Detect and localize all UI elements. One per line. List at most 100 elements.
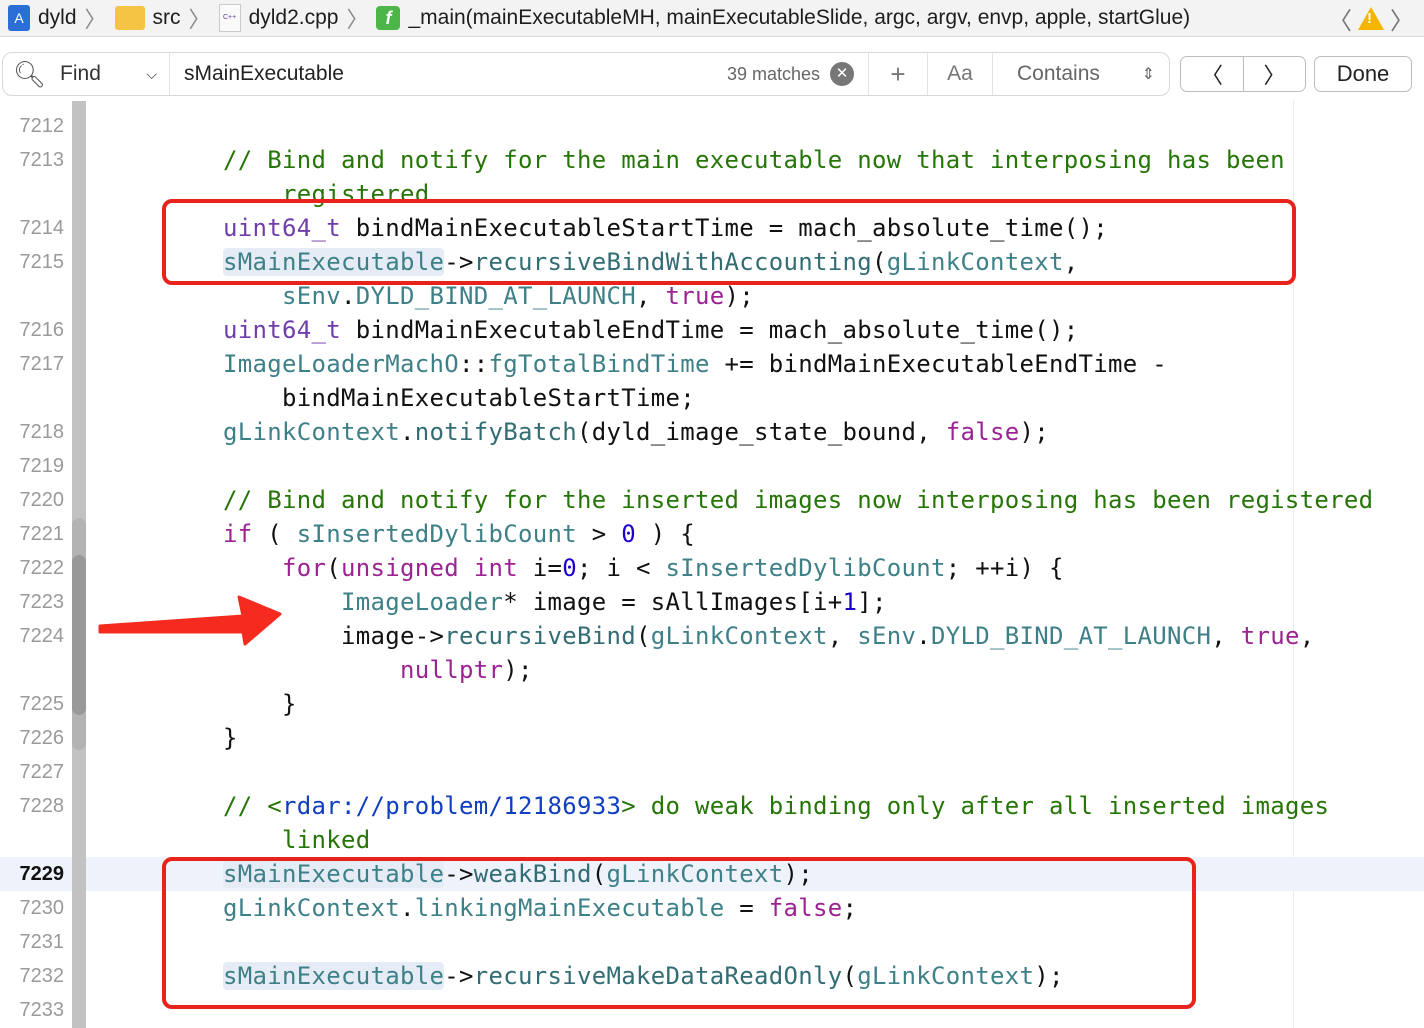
code-token: ImageLoader <box>341 588 504 616</box>
line-number[interactable]: 7216 <box>0 313 65 347</box>
done-button[interactable]: Done <box>1314 56 1412 92</box>
match-type-dropdown[interactable]: Contains ⇕ <box>993 62 1169 86</box>
line-number[interactable]: 7219 <box>0 449 65 483</box>
line-number[interactable]: 7217 <box>0 347 65 381</box>
code-token: ( <box>252 520 297 548</box>
breadcrumb-project[interactable]: Adyld <box>8 5 77 31</box>
code-line[interactable]: 7225 } <box>0 687 1424 721</box>
previous-match-button[interactable]: 〈 <box>1180 56 1244 92</box>
code-line[interactable]: 7219 <box>0 449 1424 483</box>
code-token: bindMainExecutableStartTime; <box>105 384 695 412</box>
folder-icon <box>114 6 145 30</box>
search-icon: 🔍︎ <box>13 58 47 89</box>
breadcrumb-function[interactable]: f _main(mainExecutableMH, mainExecutableS… <box>376 6 1190 30</box>
code-line[interactable]: 7226 } <box>0 721 1424 755</box>
line-number[interactable]: 7227 <box>0 755 65 789</box>
clear-icon[interactable]: ✕ <box>830 62 854 86</box>
find-field[interactable]: 🔍︎ Find ⌵ sMainExecutable 39 matches ✕ +… <box>2 52 1170 96</box>
code-line[interactable]: 7228 // <rdar://problem/12186933> do wea… <box>0 789 1424 823</box>
code-line[interactable]: 7221 if ( sInsertedDylibCount > 0 ) { <box>0 517 1424 551</box>
line-number[interactable]: 7226 <box>0 721 65 755</box>
find-mode-dropdown[interactable]: 🔍︎ Find ⌵ <box>3 53 170 95</box>
next-match-button[interactable]: 〉 <box>1243 56 1306 92</box>
line-number[interactable]: 7220 <box>0 483 65 517</box>
code-token: ; ++i) { <box>945 554 1064 582</box>
code-token: gLinkContext <box>223 418 400 446</box>
line-number[interactable]: 7224 <box>0 619 65 653</box>
code-line[interactable]: 7222 for(unsigned int i=0; i < sInserted… <box>0 551 1424 585</box>
warning-icon[interactable]: ! <box>1358 6 1384 30</box>
code-text: uint64_t bindMainExecutableEndTime = mac… <box>105 313 1078 347</box>
code-token: // < <box>105 792 282 820</box>
line-number[interactable]: 7218 <box>0 415 65 449</box>
code-line[interactable]: 7227 <box>0 755 1424 789</box>
previous-issue-icon[interactable]: 〈 <box>1328 1 1352 36</box>
line-number[interactable]: 7215 <box>0 245 65 279</box>
find-bar: 🔍︎ Find ⌵ sMainExecutable 39 matches ✕ +… <box>0 37 1424 101</box>
line-number[interactable]: 7228 <box>0 789 65 823</box>
up-down-chevron-icon: ⇕ <box>1141 66 1155 83</box>
code-token: recursiveBind <box>444 622 636 650</box>
code-token: ( <box>326 554 341 582</box>
line-number[interactable]: 7229 <box>0 857 65 891</box>
line-number[interactable]: 7233 <box>0 993 65 1027</box>
code-text: // <rdar://problem/12186933> do weak bin… <box>105 789 1329 823</box>
code-line[interactable]: nullptr); <box>0 653 1424 687</box>
line-number[interactable]: 7212 <box>0 109 65 143</box>
code-line[interactable]: 7216 uint64_t bindMainExecutableEndTime … <box>0 313 1424 347</box>
code-token: false <box>945 418 1020 446</box>
code-token: fgTotalBindTime <box>488 350 710 378</box>
breadcrumb-folder[interactable]: src <box>114 6 181 30</box>
line-number[interactable]: 7230 <box>0 891 65 925</box>
code-token: DYLD_BIND_AT_LAUNCH <box>930 622 1212 650</box>
line-number[interactable]: 7223 <box>0 585 65 619</box>
code-text: image->recursiveBind(gLinkContext, sEnv.… <box>105 619 1314 653</box>
add-pattern-button[interactable]: + <box>868 53 928 95</box>
line-number[interactable]: 7214 <box>0 211 65 245</box>
line-number[interactable]: 7231 <box>0 925 65 959</box>
search-input[interactable]: sMainExecutable <box>184 62 344 86</box>
code-line[interactable]: 7220 // Bind and notify for the inserted… <box>0 483 1424 517</box>
match-case-button[interactable]: Aa <box>928 53 993 95</box>
next-issue-icon[interactable]: 〉 <box>1390 1 1414 36</box>
code-token: sEnv <box>282 282 341 310</box>
code-token: ; i < <box>577 554 666 582</box>
code-line[interactable]: 7218 gLinkContext.notifyBatch(dyld_image… <box>0 415 1424 449</box>
code-token: DYLD_BIND_AT_LAUNCH <box>355 282 636 310</box>
code-token: 0 <box>621 520 636 548</box>
scrollbar-thumb[interactable] <box>72 555 86 715</box>
line-number[interactable]: 7232 <box>0 959 65 993</box>
jump-bar: Adyld 〉 src 〉 C++ dyld2.cpp 〉 f _main(main… <box>0 0 1424 37</box>
line-number[interactable]: 7213 <box>0 143 65 177</box>
annotation-arrow-icon <box>98 595 282 646</box>
code-token: , <box>827 622 858 650</box>
code-line[interactable]: linked <box>0 823 1424 857</box>
code-line[interactable]: 7213 // Bind and notify for the main exe… <box>0 143 1424 177</box>
code-token: ]; <box>857 588 887 616</box>
code-line[interactable]: bindMainExecutableStartTime; <box>0 381 1424 415</box>
code-token: true <box>1240 622 1300 650</box>
code-token: . <box>341 282 356 310</box>
line-number[interactable]: 7222 <box>0 551 65 585</box>
code-token: } <box>105 724 238 752</box>
breadcrumb-file[interactable]: C++ dyld2.cpp <box>218 4 338 32</box>
line-number[interactable]: 7221 <box>0 517 65 551</box>
code-text: if ( sInsertedDylibCount > 0 ) { <box>105 517 695 551</box>
line-number[interactable]: 7225 <box>0 687 65 721</box>
code-line[interactable]: 7217 ImageLoaderMachO::fgTotalBindTime +… <box>0 347 1424 381</box>
code-token: 0 <box>562 554 577 582</box>
code-token: sEnv <box>857 622 917 650</box>
code-line[interactable]: 7212 <box>0 109 1424 143</box>
function-icon: f <box>376 6 401 30</box>
code-token: ImageLoaderMachO <box>223 350 459 378</box>
code-token: nullptr <box>399 656 504 684</box>
code-token: sInsertedDylibCount <box>296 520 577 548</box>
annotation-box-bottom <box>162 857 1196 1009</box>
code-token: unsigned <box>341 554 459 582</box>
code-token: :: <box>459 350 489 378</box>
